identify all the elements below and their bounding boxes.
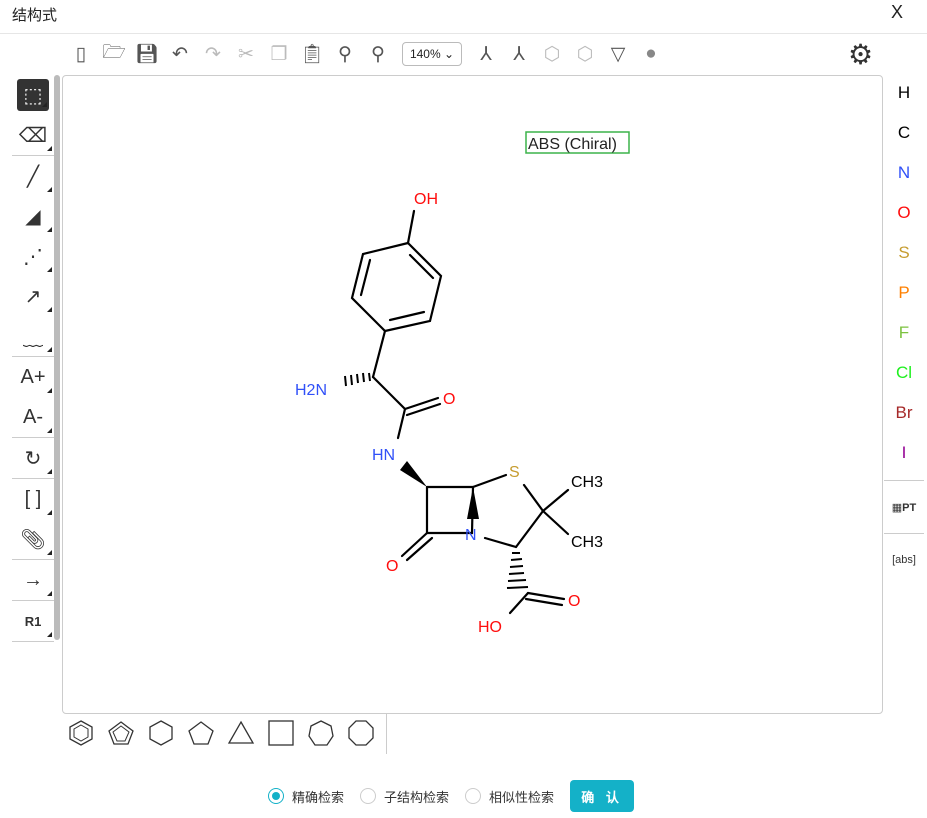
radio-similarity[interactable]: [465, 788, 482, 804]
drawing-canvas[interactable]: ABS (Chiral) OH H2N O HN S CH3 CH3 N O O…: [62, 75, 883, 714]
rgroup-tool[interactable]: R1: [12, 601, 54, 641]
element-o[interactable]: O: [884, 198, 924, 238]
cut-icon[interactable]: ✂: [233, 41, 259, 67]
element-c[interactable]: C: [884, 118, 924, 158]
periodic-table-button[interactable]: ▦PT: [884, 483, 924, 531]
atom-nh2: H2N: [295, 382, 327, 399]
single-bond-tool[interactable]: ╱: [12, 156, 54, 196]
label-substructure: 子结构检索: [384, 789, 450, 805]
attachment-icon[interactable]: 📎︎: [12, 519, 54, 559]
atom-n: N: [465, 527, 477, 544]
close-button[interactable]: X: [891, 2, 903, 23]
cycloheptane-template[interactable]: [306, 718, 336, 748]
cyclopropane-template[interactable]: [226, 718, 256, 748]
benzene-template[interactable]: [66, 718, 96, 748]
periodic-table-icon: ▦PT: [891, 501, 917, 514]
cyclobutane-template[interactable]: [266, 718, 296, 748]
element-s[interactable]: S: [884, 238, 924, 278]
left-toolbar: ⬚ ⌫ ╱ ◢ ⋰ ↗ ﹏ A+ A- ↻ [ ] 📎︎ → R1: [12, 75, 54, 642]
stereo-icon[interactable]: ▽: [605, 41, 631, 67]
atom-oh: OH: [414, 191, 438, 208]
cyclopentadiene-template[interactable]: [106, 718, 136, 748]
atom-o-lactam: O: [386, 558, 398, 575]
atom-o-acid: O: [568, 593, 580, 610]
cyclohexane-template[interactable]: [146, 718, 176, 748]
zoom-out-icon[interactable]: ⚲: [365, 41, 391, 67]
atom-hn: HN: [372, 447, 395, 464]
abs-stereo-button[interactable]: [abs]: [884, 536, 924, 584]
charge-minus-tool[interactable]: A-: [12, 397, 54, 437]
copy-icon[interactable]: ❐: [266, 41, 292, 67]
clean-icon[interactable]: ⅄: [506, 41, 532, 67]
redo-icon[interactable]: ↷: [200, 41, 226, 67]
brackets-tool[interactable]: [ ]: [12, 479, 54, 519]
atom-ch3-b: CH3: [571, 534, 603, 551]
rotate-tool[interactable]: ↻: [12, 438, 54, 478]
divider: [386, 714, 387, 754]
divider: [884, 533, 924, 534]
divider: [0, 33, 927, 34]
element-cl[interactable]: Cl: [884, 358, 924, 398]
save-icon[interactable]: 💾︎: [134, 41, 160, 67]
arrow-bond-tool[interactable]: ↗: [12, 276, 54, 316]
zoom-select[interactable]: 140% ⌄: [402, 42, 462, 66]
element-n[interactable]: N: [884, 158, 924, 198]
element-h[interactable]: H: [884, 78, 924, 118]
zoom-value: 140%: [409, 47, 441, 61]
check-icon[interactable]: ●: [638, 41, 664, 67]
element-p[interactable]: P: [884, 278, 924, 318]
reaction-arrow-tool[interactable]: →: [12, 560, 54, 600]
confirm-button[interactable]: 确 认: [570, 780, 635, 812]
zoom-in-icon[interactable]: ⚲: [332, 41, 358, 67]
atom-ho: HO: [478, 619, 502, 636]
gear-icon[interactable]: ⚙: [848, 38, 873, 71]
radio-exact[interactable]: [268, 788, 284, 804]
layout-icon[interactable]: ⅄: [473, 41, 499, 67]
cyclooctane-template[interactable]: [346, 718, 376, 748]
divider: [884, 480, 924, 481]
charge-plus-tool[interactable]: A+: [12, 357, 54, 397]
wedge-bond-tool[interactable]: ◢: [12, 196, 54, 236]
open-icon[interactable]: 🗁: [101, 41, 127, 67]
new-icon[interactable]: ▯: [68, 41, 94, 67]
erase-tool[interactable]: ⌫: [12, 115, 54, 155]
element-f[interactable]: F: [884, 318, 924, 358]
label-exact: 精确检索: [292, 789, 345, 805]
search-option-exact[interactable]: 精确检索: [268, 787, 344, 806]
label-similarity: 相似性检索: [489, 789, 555, 805]
atom-ch3-a: CH3: [571, 474, 603, 491]
molecule-structure: ABS (Chiral) OH H2N O HN S CH3 CH3 N O O…: [295, 131, 630, 636]
dearomatize-icon[interactable]: ⬡: [572, 41, 598, 67]
left-scrollbar[interactable]: [54, 75, 60, 640]
aromatize-icon[interactable]: ⬡: [539, 41, 565, 67]
hash-bond-tool[interactable]: ⋰: [12, 236, 54, 276]
wavy-bond-tool[interactable]: ﹏: [12, 316, 54, 356]
undo-icon[interactable]: ↶: [167, 41, 193, 67]
cyclopentane-template[interactable]: [186, 718, 216, 748]
element-br[interactable]: Br: [884, 398, 924, 438]
atom-s: S: [509, 464, 520, 481]
search-option-similarity[interactable]: 相似性检索: [465, 787, 554, 806]
paste-icon[interactable]: 📋︎: [299, 41, 325, 67]
template-toolbar: [66, 718, 376, 748]
top-toolbar: ▯ 🗁 💾︎ ↶ ↷ ✂ ❐ 📋︎ ⚲ ⚲ 140% ⌄ ⅄ ⅄ ⬡ ⬡ ▽ ●: [68, 38, 664, 70]
element-i[interactable]: I: [884, 438, 924, 478]
search-options: 精确检索 子结构检索 相似性检索 确 认: [268, 780, 635, 812]
atom-o-amide: O: [443, 391, 455, 408]
radio-substructure[interactable]: [360, 788, 377, 804]
dialog-title: 结构式: [12, 7, 58, 24]
chiral-label: ABS (Chiral): [528, 136, 617, 153]
element-toolbar: H C N O S P F Cl Br I ▦PT [abs]: [884, 78, 924, 584]
select-tool[interactable]: ⬚: [17, 79, 49, 111]
search-option-substructure[interactable]: 子结构检索: [360, 787, 449, 806]
abs-label: [abs]: [892, 554, 916, 566]
